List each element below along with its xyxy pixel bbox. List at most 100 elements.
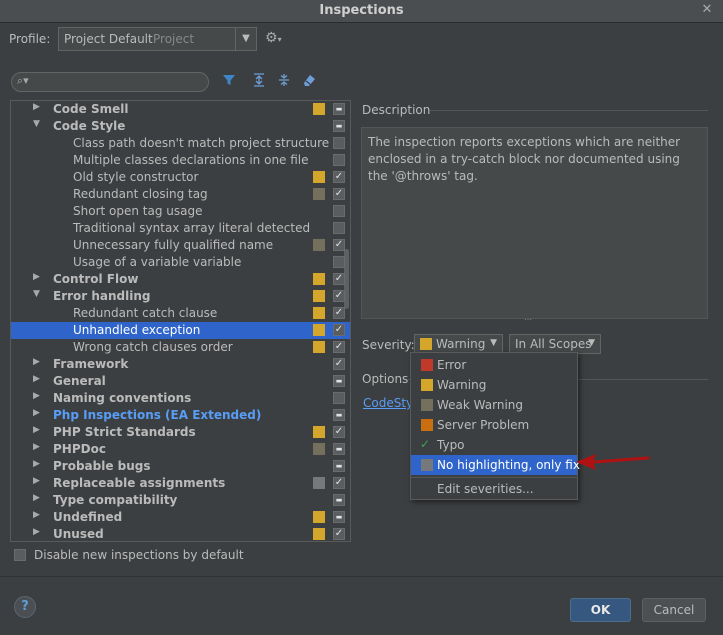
enabled-checkbox[interactable]: ▬ [333, 103, 345, 115]
help-button[interactable]: ? [14, 596, 36, 618]
expand-all-icon[interactable] [250, 73, 268, 91]
enabled-checkbox[interactable]: ▬ [333, 409, 345, 421]
severity-combobox[interactable]: Warning ▼ [414, 334, 503, 354]
enabled-checkbox[interactable] [333, 256, 345, 268]
filter-icon[interactable] [220, 73, 238, 91]
tree-row[interactable]: Short open tag usage [11, 203, 350, 220]
tree-row[interactable]: Old style constructor ✓ [11, 169, 350, 186]
collapsed-arrow-icon[interactable]: ▶ [33, 272, 43, 282]
tree-row[interactable]: Class path doesn't match project structu… [11, 135, 350, 152]
tree-row-label: Naming conventions [53, 391, 192, 405]
severity-menu-item[interactable]: Server Problem [411, 415, 577, 435]
severity-menu-item[interactable]: Edit severities... [411, 479, 577, 499]
enabled-checkbox[interactable]: ✓ [333, 341, 345, 353]
tree-row[interactable]: Traditional syntax array literal detecte… [11, 220, 350, 237]
tree-row[interactable]: ▶ Unused ✓ [11, 526, 350, 541]
tree-row[interactable]: ▶ Code Smell ▬ [11, 101, 350, 118]
collapsed-arrow-icon[interactable]: ▶ [33, 391, 43, 401]
collapsed-arrow-icon[interactable]: ▶ [33, 102, 43, 112]
profile-combobox[interactable]: Project Default Project ▼ [58, 27, 257, 51]
tree-row[interactable]: ▶ Naming conventions [11, 390, 350, 407]
tree-row[interactable]: Redundant closing tag ✓ [11, 186, 350, 203]
severity-label: Severity: [362, 338, 415, 352]
search-icon: ⌕▾ [17, 74, 29, 87]
collapsed-arrow-icon[interactable]: ▶ [33, 357, 43, 367]
tree-row-label: Unnecessary fully qualified name [73, 238, 274, 252]
collapsed-arrow-icon[interactable]: ▶ [33, 493, 43, 503]
tree-row[interactable]: ▶ Probable bugs ▬ [11, 458, 350, 475]
enabled-checkbox[interactable] [333, 205, 345, 217]
enabled-checkbox[interactable] [333, 154, 345, 166]
severity-menu-item[interactable]: No highlighting, only fix [411, 455, 580, 475]
enabled-checkbox[interactable] [333, 392, 345, 404]
severity-menu-item[interactable]: Error [411, 355, 577, 375]
collapse-all-icon[interactable] [275, 73, 293, 91]
expanded-arrow-icon[interactable]: ▼ [33, 289, 43, 299]
tree-row[interactable]: Redundant catch clause ✓ [11, 305, 350, 322]
tree-row[interactable]: ▼ Code Style ▬ [11, 118, 350, 135]
clean-icon[interactable] [300, 73, 318, 91]
collapsed-arrow-icon[interactable]: ▶ [33, 527, 43, 537]
inspection-tree[interactable]: ▶ Code Smell ▬ ▼ Code Style ▬ Class path doesn… [10, 100, 351, 542]
search-input[interactable]: ⌕▾ [11, 72, 209, 92]
tree-row-label: Old style constructor [73, 170, 199, 184]
checkbox[interactable] [14, 549, 26, 561]
enabled-checkbox[interactable]: ✓ [333, 324, 345, 336]
collapsed-arrow-icon[interactable]: ▶ [33, 425, 43, 435]
tree-row[interactable]: ▼ Error handling ✓ [11, 288, 350, 305]
tree-row[interactable]: ▶ Replaceable assignments ✓ [11, 475, 350, 492]
tree-row[interactable]: Unnecessary fully qualified name ✓ [11, 237, 350, 254]
enabled-checkbox[interactable]: ✓ [333, 528, 345, 540]
tree-row[interactable]: ▶ Php Inspections (EA Extended) ▬ [11, 407, 350, 424]
tree-row[interactable]: Usage of a variable variable [11, 254, 350, 271]
collapsed-arrow-icon[interactable]: ▶ [33, 442, 43, 452]
collapsed-arrow-icon[interactable]: ▶ [33, 408, 43, 418]
enabled-checkbox[interactable]: ▬ [333, 375, 345, 387]
enabled-checkbox[interactable]: ✓ [333, 273, 345, 285]
tree-row[interactable]: Multiple classes declarations in one fil… [11, 152, 350, 169]
tree-row-label: Type compatibility [53, 493, 178, 507]
enabled-checkbox[interactable] [333, 222, 345, 234]
tree-row[interactable]: ▶ Framework ✓ [11, 356, 350, 373]
enabled-checkbox[interactable]: ▬ [333, 443, 345, 455]
collapsed-arrow-icon[interactable]: ▶ [33, 510, 43, 520]
severity-menu-item[interactable]: ✓ Typo [411, 435, 577, 455]
ok-button[interactable]: OK [570, 598, 631, 622]
enabled-checkbox[interactable]: ✓ [333, 358, 345, 370]
scope-combobox[interactable]: In All Scopes ▼ [509, 334, 601, 354]
chevron-down-icon[interactable]: ▼ [235, 28, 256, 50]
tree-row[interactable]: ▶ Control Flow ✓ [11, 271, 350, 288]
expanded-arrow-icon[interactable]: ▼ [33, 119, 43, 129]
enabled-checkbox[interactable]: ✓ [333, 239, 345, 251]
enabled-checkbox[interactable]: ✓ [333, 188, 345, 200]
enabled-checkbox[interactable]: ✓ [333, 477, 345, 489]
splitter-handle[interactable]: ⋯ [524, 316, 540, 324]
collapsed-arrow-icon[interactable]: ▶ [33, 459, 43, 469]
tree-row[interactable]: Unhandled exception ✓ [11, 322, 350, 339]
enabled-checkbox[interactable]: ✓ [333, 171, 345, 183]
close-icon[interactable]: ✕ [699, 2, 715, 18]
gear-icon[interactable]: ⚙▾ [265, 30, 282, 46]
tree-row[interactable]: ▶ Type compatibility ▬ [11, 492, 350, 509]
cancel-button[interactable]: Cancel [642, 598, 706, 622]
enabled-checkbox[interactable]: ▬ [333, 120, 345, 132]
severity-menu-item[interactable]: Weak Warning [411, 395, 577, 415]
codestyle-link[interactable]: CodeStyle [363, 396, 411, 410]
severity-swatch [313, 307, 325, 319]
enabled-checkbox[interactable]: ▬ [333, 460, 345, 472]
tree-row[interactable]: ▶ PHP Strict Standards ✓ [11, 424, 350, 441]
tree-row[interactable]: ▶ PHPDoc ▬ [11, 441, 350, 458]
tree-row[interactable]: Wrong catch clauses order ✓ [11, 339, 350, 356]
collapsed-arrow-icon[interactable]: ▶ [33, 374, 43, 384]
tree-row-label: Wrong catch clauses order [73, 340, 233, 354]
tree-row[interactable]: ▶ Undefined ▬ [11, 509, 350, 526]
enabled-checkbox[interactable]: ▬ [333, 511, 345, 523]
enabled-checkbox[interactable]: ✓ [333, 290, 345, 302]
collapsed-arrow-icon[interactable]: ▶ [33, 476, 43, 486]
enabled-checkbox[interactable]: ▬ [333, 494, 345, 506]
enabled-checkbox[interactable]: ✓ [333, 307, 345, 319]
enabled-checkbox[interactable] [333, 137, 345, 149]
enabled-checkbox[interactable]: ✓ [333, 426, 345, 438]
severity-menu-item[interactable]: Warning [411, 375, 577, 395]
tree-row[interactable]: ▶ General ▬ [11, 373, 350, 390]
